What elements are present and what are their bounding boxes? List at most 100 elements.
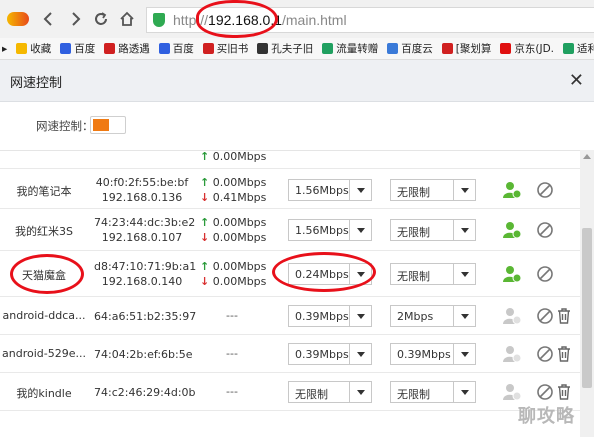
- speed-control-toggle-row: 网速控制：: [0, 112, 300, 138]
- chevron-down-icon: [453, 382, 475, 402]
- user-status-icon: [502, 264, 522, 284]
- bookmark-label: 百度: [74, 43, 96, 55]
- device-name: android-529e...: [2, 347, 86, 360]
- bookmark-label: 流量转赠: [336, 43, 379, 55]
- device-mac: 74:04:2b:ef:6b:5e: [94, 348, 193, 361]
- user-status-icon: [502, 220, 522, 240]
- device-ip: 192.168.0.140: [101, 275, 183, 288]
- chevron-down-icon: [453, 180, 475, 200]
- bookmark-label: 适利网: [577, 43, 594, 55]
- speed-readout: ↑ 0.00Mbps ↓ 0.00Mbps: [200, 260, 267, 288]
- upload-speed: 0.00Mbps: [212, 176, 267, 189]
- download-speed: 0.41Mbps: [212, 191, 267, 204]
- scrollbar[interactable]: [580, 150, 594, 437]
- upload-speed: 0.00Mbps: [212, 216, 267, 229]
- device-row: ↑ 0.00Mbps: [0, 151, 580, 169]
- bookmark-item[interactable]: 孔夫子旧: [257, 41, 313, 56]
- bookmark-label: [聚划算: [455, 43, 492, 55]
- chevron-down-icon: [349, 180, 371, 200]
- bookmark-label: 百度云: [401, 43, 433, 55]
- device-row: 天猫魔盒 d8:47:10:71:9b:a1 192.168.0.140 ↑ 0.0…: [0, 251, 580, 297]
- upload-limit-select[interactable]: 1.56Mbps: [288, 179, 372, 201]
- download-limit-select[interactable]: 0.39Mbps: [390, 343, 476, 365]
- block-icon[interactable]: [536, 221, 554, 239]
- bookmark-icon: [387, 43, 399, 54]
- bookmark-icon: [104, 43, 116, 54]
- bookmark-icon: [322, 43, 334, 54]
- speed-control-toggle[interactable]: [90, 116, 126, 134]
- download-limit-select[interactable]: 无限制: [390, 381, 476, 403]
- address-bar[interactable]: http:// 192.168.0.1 /main.html: [146, 7, 594, 33]
- device-row: 我的红米3S 74:23:44:dc:3b:e2 192.168.0.107 ↑ 0…: [0, 209, 580, 251]
- modal-title: 网速控制: [10, 76, 63, 91]
- device-mac: d8:47:10:71:9b:a1: [94, 260, 197, 273]
- forward-icon[interactable]: [62, 6, 88, 32]
- close-icon[interactable]: ✕: [569, 70, 584, 91]
- user-status-icon: [502, 382, 522, 402]
- download-limit-select[interactable]: 无限制: [390, 219, 476, 241]
- bookmark-icon: [202, 43, 214, 54]
- download-limit-select[interactable]: 无限制: [390, 263, 476, 285]
- bookmark-item[interactable]: 适利网: [563, 41, 594, 56]
- device-mac-ip: 40:f0:2f:55:be:bf 192.168.0.136: [94, 175, 190, 205]
- trash-icon[interactable]: [557, 346, 571, 362]
- device-name: 我的kindle: [16, 387, 72, 400]
- scroll-up-icon[interactable]: [583, 154, 591, 159]
- upload-limit-select[interactable]: 0.39Mbps: [288, 305, 372, 327]
- back-icon[interactable]: [36, 6, 62, 32]
- chevron-down-icon: [349, 306, 371, 326]
- bookmark-item[interactable]: 京东(JD.: [500, 41, 554, 56]
- bookmark-item[interactable]: [聚划算: [441, 41, 492, 56]
- url-path: /main.html: [282, 12, 347, 28]
- bookmark-item[interactable]: 买旧书: [202, 41, 249, 56]
- bookmark-item[interactable]: 收藏: [16, 41, 51, 56]
- download-limit-select[interactable]: 2Mbps: [390, 305, 476, 327]
- browser-logo-icon: [0, 0, 36, 38]
- bookmark-icon: [563, 43, 575, 54]
- bookmark-item[interactable]: 流量转赠: [322, 41, 378, 56]
- speed-placeholder: ---: [226, 347, 238, 360]
- block-icon[interactable]: [536, 345, 554, 363]
- device-table: ↑ 0.00Mbps 我的笔记本 40:f0:2f:55:be:bf 192.168.…: [0, 150, 594, 437]
- trash-icon[interactable]: [557, 384, 571, 400]
- bookmark-item[interactable]: 百度: [60, 41, 95, 56]
- chevron-down-icon: [349, 382, 371, 402]
- trash-icon[interactable]: [557, 308, 571, 324]
- block-icon[interactable]: [536, 307, 554, 325]
- modal-header: 网速控制 ✕: [0, 60, 594, 102]
- block-icon[interactable]: [536, 181, 554, 199]
- bookmark-label: 路透遇: [118, 43, 150, 55]
- speed-readout: ↑ 0.00Mbps ↓ 0.41Mbps: [200, 176, 267, 204]
- chevron-down-icon: [453, 344, 475, 364]
- bookmarks-toggle-icon[interactable]: ▸: [2, 43, 7, 55]
- bookmark-icon: [257, 43, 269, 54]
- upload-limit-select[interactable]: 无限制: [288, 381, 372, 403]
- download-limit-select[interactable]: 无限制: [390, 179, 476, 201]
- device-name: 我的笔记本: [16, 185, 72, 198]
- upload-limit-select[interactable]: 1.56Mbps: [288, 219, 372, 241]
- device-mac: 74:c2:46:29:4d:0b: [94, 386, 196, 399]
- speed-placeholder: ---: [226, 385, 238, 398]
- upload-limit-select[interactable]: 0.24Mbps: [288, 263, 372, 285]
- device-name: 我的红米3S: [15, 225, 73, 238]
- upload-limit-select[interactable]: 0.39Mbps: [288, 343, 372, 365]
- speed-placeholder: ---: [226, 309, 238, 322]
- user-status-icon: [502, 306, 522, 326]
- bookmark-item[interactable]: 路透遇: [104, 41, 150, 56]
- reload-icon[interactable]: [88, 6, 114, 32]
- bookmark-label: 买旧书: [216, 43, 249, 55]
- bookmark-item[interactable]: 百度云: [387, 41, 433, 56]
- block-icon[interactable]: [536, 265, 554, 283]
- chevron-down-icon: [349, 264, 371, 284]
- bookmark-icon: [441, 43, 453, 54]
- chevron-down-icon: [453, 306, 475, 326]
- device-name: android-ddca...: [2, 309, 86, 322]
- device-mac-ip: d8:47:10:71:9b:a1 192.168.0.140: [94, 259, 197, 289]
- bookmark-item[interactable]: 百度: [158, 41, 194, 56]
- scroll-thumb[interactable]: [582, 228, 592, 388]
- chevron-down-icon: [349, 220, 371, 240]
- chevron-down-icon: [453, 220, 475, 240]
- download-speed: 0.00Mbps: [212, 231, 267, 244]
- block-icon[interactable]: [536, 383, 554, 401]
- home-icon[interactable]: [114, 6, 140, 32]
